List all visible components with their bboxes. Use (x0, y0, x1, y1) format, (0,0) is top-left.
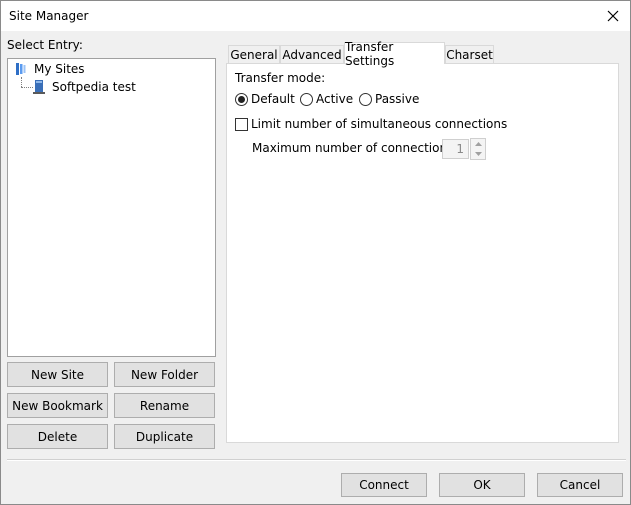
max-connections-stepper[interactable] (470, 138, 486, 160)
stepper-up-button[interactable] (471, 139, 485, 149)
radio-active[interactable]: Active (300, 92, 353, 106)
select-entry-label: Select Entry: (7, 38, 83, 52)
site-manager-window: Site Manager Select Entry: My Sites Soft… (0, 0, 631, 505)
new-site-button[interactable]: New Site (7, 362, 108, 387)
tree-item-label: Softpedia test (52, 80, 136, 94)
footer-separator (7, 459, 626, 461)
duplicate-button[interactable]: Duplicate (114, 424, 215, 449)
close-icon (607, 10, 619, 22)
server-icon (33, 80, 45, 94)
max-connections-input[interactable] (442, 139, 469, 159)
title-bar: Site Manager (1, 1, 630, 31)
radio-unselected-icon (359, 92, 372, 106)
max-connections-label: Maximum number of connections: (252, 141, 458, 155)
tab-label: General (230, 48, 278, 62)
radio-unselected-icon (300, 92, 313, 106)
rename-button[interactable]: Rename (114, 393, 215, 418)
connect-button[interactable]: Connect (341, 473, 427, 497)
tab-label: Advanced (282, 48, 342, 62)
window-title: Site Manager (9, 9, 89, 23)
stepper-down-button[interactable] (471, 149, 485, 159)
tree-item-my-sites[interactable]: My Sites (13, 61, 87, 77)
limit-connections-checkbox[interactable]: Limit number of simultaneous connections (235, 117, 507, 131)
delete-button[interactable]: Delete (7, 424, 108, 449)
ok-button[interactable]: OK (439, 473, 525, 497)
tab-charset[interactable]: Charset (445, 45, 494, 64)
radio-label: Active (316, 92, 354, 106)
tab-label: Transfer Settings (345, 39, 395, 68)
chevron-up-icon (474, 142, 482, 146)
new-folder-button[interactable]: New Folder (114, 362, 215, 387)
radio-label: Passive (375, 92, 420, 106)
site-tree[interactable] (7, 58, 216, 357)
tab-label: Charset (446, 48, 493, 62)
new-bookmark-button[interactable]: New Bookmark (7, 393, 108, 418)
chevron-down-icon (474, 152, 482, 156)
cancel-button[interactable]: Cancel (537, 473, 623, 497)
checkbox-unchecked-icon (235, 117, 248, 131)
checkbox-label: Limit number of simultaneous connections (251, 117, 508, 131)
tree-item-label: My Sites (34, 62, 85, 76)
tab-general[interactable]: General (228, 45, 280, 64)
radio-label: Default (251, 92, 295, 106)
tree-connector-line (21, 77, 22, 87)
tab-advanced[interactable]: Advanced (280, 45, 344, 64)
close-button[interactable] (602, 5, 624, 27)
transfer-mode-label: Transfer mode: (235, 71, 326, 85)
tab-transfer-settings[interactable]: Transfer Settings (344, 40, 445, 68)
radio-selected-icon (235, 92, 248, 106)
radio-default[interactable]: Default (235, 92, 295, 106)
tree-item-softpedia-test[interactable]: Softpedia test (32, 79, 138, 95)
radio-passive[interactable]: Passive (359, 92, 419, 106)
folder-icon (16, 63, 26, 75)
